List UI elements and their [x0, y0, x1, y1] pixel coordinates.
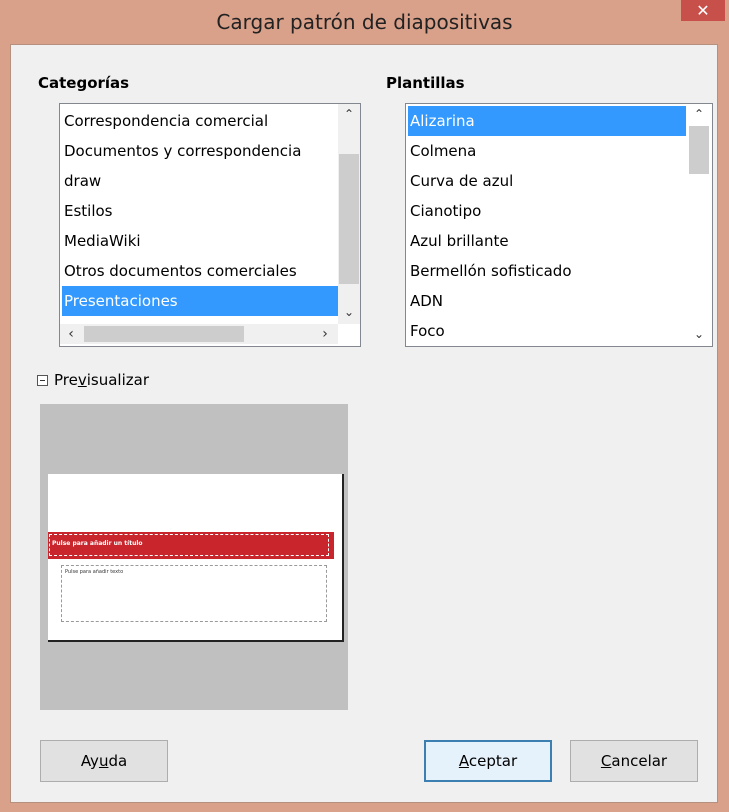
categories-label: Categorías	[38, 74, 130, 92]
scroll-up-icon[interactable]: ⌃	[338, 104, 360, 124]
templates-listbox[interactable]: Alizarina Colmena Curva de azul Cianotip…	[405, 103, 713, 347]
template-item[interactable]: Curva de azul	[408, 166, 686, 196]
slide-title-band: Pulse para añadir un título	[48, 532, 334, 559]
category-item[interactable]: Correspondencia comercial	[62, 106, 338, 136]
slide-title-text: Pulse para añadir un título	[52, 540, 143, 547]
slide-body-placeholder: Pulse para añadir texto	[61, 565, 327, 622]
template-item[interactable]: Azul brillante	[408, 226, 686, 256]
category-item-selected[interactable]: Presentaciones	[62, 286, 338, 316]
dialog-body: Categorías Correspondencia comercial Doc…	[10, 44, 718, 803]
category-item[interactable]: MediaWiki	[62, 226, 338, 256]
scroll-up-icon[interactable]: ⌃	[688, 104, 710, 124]
categories-listbox[interactable]: Correspondencia comercial Documentos y c…	[59, 103, 361, 347]
template-item[interactable]: Foco	[408, 316, 686, 346]
close-icon: ✕	[696, 1, 710, 20]
category-item[interactable]: Estilos	[62, 196, 338, 226]
template-item[interactable]: Bermellón sofisticado	[408, 256, 686, 286]
dialog-window: Cargar patrón de diapositivas ✕ Categorí…	[0, 0, 729, 812]
help-button[interactable]: Ayuda	[40, 740, 168, 782]
templates-label: Plantillas	[386, 74, 465, 92]
scroll-left-icon[interactable]: ‹	[60, 324, 82, 344]
categories-horizontal-scrollbar[interactable]: ‹ ›	[60, 324, 338, 344]
slide-body-text: Pulse para añadir texto	[65, 569, 124, 575]
scroll-thumb[interactable]	[689, 126, 709, 174]
templates-vertical-scrollbar[interactable]: ⌃ ⌄	[688, 104, 710, 346]
title-bar[interactable]: Cargar patrón de diapositivas ✕	[0, 0, 729, 44]
dialog-title: Cargar patrón de diapositivas	[216, 10, 513, 34]
preview-toggle[interactable]: Previsualizar	[37, 371, 149, 389]
scroll-thumb[interactable]	[339, 154, 359, 284]
template-item[interactable]: Colmena	[408, 136, 686, 166]
category-item[interactable]: draw	[62, 166, 338, 196]
close-button[interactable]: ✕	[681, 0, 725, 21]
slide-title-placeholder: Pulse para añadir un título	[49, 534, 329, 556]
ok-button[interactable]: Aceptar	[424, 740, 552, 782]
category-item[interactable]: Documentos y correspondencia	[62, 136, 338, 166]
collapse-icon[interactable]	[37, 374, 48, 386]
preview-panel: Pulse para añadir un título Pulse para a…	[40, 404, 348, 710]
scroll-thumb[interactable]	[84, 326, 244, 342]
preview-toggle-label: Previsualizar	[54, 371, 149, 389]
scroll-down-icon[interactable]: ⌄	[688, 324, 710, 344]
template-item-selected[interactable]: Alizarina	[408, 106, 686, 136]
template-item[interactable]: Cianotipo	[408, 196, 686, 226]
scroll-down-icon[interactable]: ⌄	[338, 302, 360, 322]
category-item[interactable]: Otros documentos comerciales	[62, 256, 338, 286]
scroll-right-icon[interactable]: ›	[314, 324, 336, 344]
slide-thumbnail: Pulse para añadir un título Pulse para a…	[48, 474, 344, 642]
cancel-button[interactable]: Cancelar	[570, 740, 698, 782]
template-item[interactable]: ADN	[408, 286, 686, 316]
categories-vertical-scrollbar[interactable]: ⌃ ⌄	[338, 104, 360, 324]
